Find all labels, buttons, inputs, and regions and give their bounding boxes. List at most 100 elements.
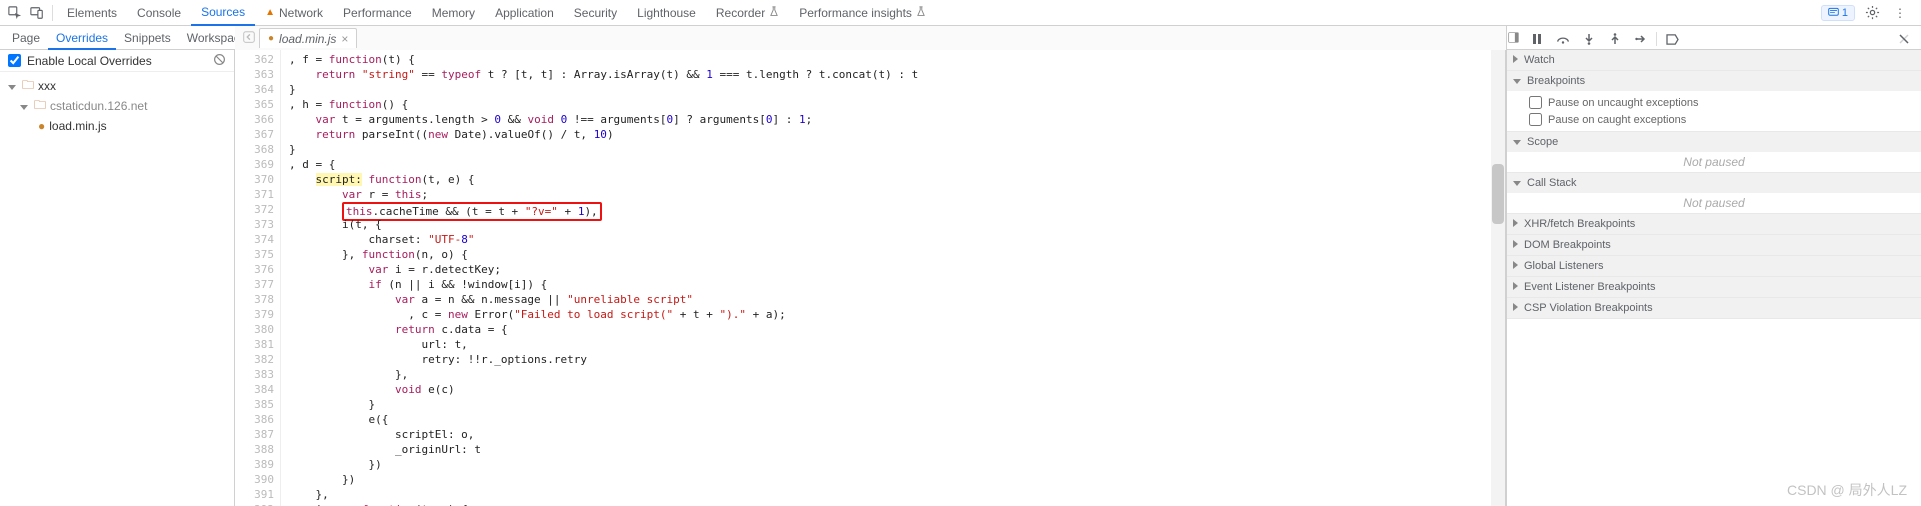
- code-line[interactable]: var t = arguments.length > 0 && void 0 !…: [289, 112, 1491, 127]
- code-line[interactable]: , d = {: [289, 157, 1491, 172]
- code-line[interactable]: scriptEl: o,: [289, 427, 1491, 442]
- line-number[interactable]: 366: [235, 112, 274, 127]
- code-line[interactable]: void e(c): [289, 382, 1491, 397]
- code-line[interactable]: },: [289, 367, 1491, 382]
- code-line[interactable]: var a = n && n.message || "unreliable sc…: [289, 292, 1491, 307]
- line-number[interactable]: 376: [235, 262, 274, 277]
- code-line[interactable]: url: t,: [289, 337, 1491, 352]
- file-tab-loadminjs[interactable]: ● load.min.js ×: [259, 28, 357, 48]
- line-number[interactable]: 388: [235, 442, 274, 457]
- code-line[interactable]: _originUrl: t: [289, 442, 1491, 457]
- tab-network[interactable]: ▲Network: [255, 0, 333, 26]
- device-toolbar-icon[interactable]: [26, 2, 48, 24]
- code-line[interactable]: }, function(n, o) {: [289, 247, 1491, 262]
- code-line[interactable]: script: function(t, e) {: [289, 172, 1491, 187]
- code-line[interactable]: },: [289, 487, 1491, 502]
- inspect-element-icon[interactable]: [4, 2, 26, 24]
- line-number[interactable]: 365: [235, 97, 274, 112]
- line-number[interactable]: 374: [235, 232, 274, 247]
- line-number[interactable]: 377: [235, 277, 274, 292]
- code-line[interactable]: }): [289, 457, 1491, 472]
- pause-resume-icon[interactable]: [1526, 28, 1548, 50]
- line-number[interactable]: 368: [235, 142, 274, 157]
- code-line[interactable]: }: [289, 82, 1491, 97]
- messages-chip[interactable]: 1: [1821, 5, 1855, 21]
- code-line[interactable]: }: [289, 397, 1491, 412]
- tab-performance-insights[interactable]: Performance insights: [789, 0, 936, 26]
- line-number[interactable]: 372: [235, 202, 274, 217]
- dbg-section-header[interactable]: Call Stack: [1507, 173, 1921, 193]
- code-line[interactable]: , c = new Error("Failed to load script("…: [289, 307, 1491, 322]
- enable-local-overrides-input[interactable]: [8, 54, 21, 67]
- tab-console[interactable]: Console: [127, 0, 191, 26]
- dbg-checkbox-row[interactable]: Pause on uncaught exceptions: [1529, 94, 1911, 111]
- line-number[interactable]: 369: [235, 157, 274, 172]
- code-line[interactable]: charset: "UTF-8": [289, 232, 1491, 247]
- line-number[interactable]: 391: [235, 487, 274, 502]
- code-line[interactable]: return c.data = {: [289, 322, 1491, 337]
- tree-domain-folder[interactable]: 🗀 cstaticdun.126.net: [0, 96, 234, 116]
- code-line[interactable]: var i = r.detectKey;: [289, 262, 1491, 277]
- line-number[interactable]: 364: [235, 82, 274, 97]
- navtab-overrides[interactable]: Overrides: [48, 26, 116, 50]
- code-content[interactable]: , f = function(t) { return "string" == t…: [281, 50, 1491, 506]
- pause-on-exceptions-icon[interactable]: [1893, 28, 1915, 50]
- tab-elements[interactable]: Elements: [57, 0, 127, 26]
- line-number[interactable]: 375: [235, 247, 274, 262]
- dbg-section-header[interactable]: Global Listeners: [1507, 256, 1921, 276]
- line-number[interactable]: 381: [235, 337, 274, 352]
- dbg-section-header[interactable]: CSP Violation Breakpoints: [1507, 298, 1921, 318]
- tab-history-back-icon[interactable]: [239, 30, 259, 47]
- navtab-snippets[interactable]: Snippets: [116, 26, 179, 50]
- tab-sources[interactable]: Sources: [191, 0, 255, 26]
- line-number[interactable]: 362: [235, 52, 274, 67]
- enable-local-overrides-checkbox[interactable]: Enable Local Overrides: [8, 54, 152, 68]
- code-line[interactable]: }): [289, 472, 1491, 487]
- code-line[interactable]: retry: !!r._options.retry: [289, 352, 1491, 367]
- line-number[interactable]: 373: [235, 217, 274, 232]
- code-line[interactable]: this.cacheTime && (t = t + "?v=" + 1),: [289, 202, 1491, 217]
- dbg-section-header[interactable]: Watch: [1507, 50, 1921, 70]
- dbg-section-header[interactable]: DOM Breakpoints: [1507, 235, 1921, 255]
- dbg-section-header[interactable]: Breakpoints: [1507, 71, 1921, 91]
- settings-gear-icon[interactable]: [1861, 2, 1883, 24]
- dbg-section-header[interactable]: XHR/fetch Breakpoints: [1507, 214, 1921, 234]
- tab-application[interactable]: Application: [485, 0, 564, 26]
- tree-root-folder[interactable]: 🗀 xxx: [0, 76, 234, 96]
- step-into-icon[interactable]: [1578, 28, 1600, 50]
- line-number[interactable]: 383: [235, 367, 274, 382]
- code-line[interactable]: var r = this;: [289, 187, 1491, 202]
- editor-scrollbar[interactable]: [1491, 50, 1505, 506]
- step-icon[interactable]: [1630, 28, 1652, 50]
- line-number[interactable]: 390: [235, 472, 274, 487]
- step-out-icon[interactable]: [1604, 28, 1626, 50]
- line-number[interactable]: 392: [235, 502, 274, 506]
- close-tab-icon[interactable]: ×: [341, 32, 348, 46]
- clear-overrides-icon[interactable]: [213, 53, 226, 69]
- dbg-checkbox-row[interactable]: Pause on caught exceptions: [1529, 111, 1911, 128]
- dbg-section-header[interactable]: Scope: [1507, 132, 1921, 152]
- tab-performance[interactable]: Performance: [333, 0, 422, 26]
- code-line[interactable]: if (n || i && !window[i]) {: [289, 277, 1491, 292]
- line-number[interactable]: 371: [235, 187, 274, 202]
- line-number[interactable]: 387: [235, 427, 274, 442]
- line-number[interactable]: 370: [235, 172, 274, 187]
- code-line[interactable]: image: function(t, e) {: [289, 502, 1491, 506]
- dbg-section-header[interactable]: Event Listener Breakpoints: [1507, 277, 1921, 297]
- tab-recorder[interactable]: Recorder: [706, 0, 789, 26]
- line-number[interactable]: 379: [235, 307, 274, 322]
- tab-security[interactable]: Security: [564, 0, 627, 26]
- line-number[interactable]: 378: [235, 292, 274, 307]
- dbg-checkbox[interactable]: [1529, 96, 1542, 109]
- code-line[interactable]: , h = function() {: [289, 97, 1491, 112]
- line-number[interactable]: 389: [235, 457, 274, 472]
- code-line[interactable]: , f = function(t) {: [289, 52, 1491, 67]
- code-line[interactable]: return parseInt((new Date).valueOf() / t…: [289, 127, 1491, 142]
- kebab-menu-icon[interactable]: ⋮: [1889, 2, 1911, 24]
- line-number[interactable]: 386: [235, 412, 274, 427]
- line-number[interactable]: 363: [235, 67, 274, 82]
- code-line[interactable]: e({: [289, 412, 1491, 427]
- tree-file-item[interactable]: ● load.min.js: [0, 116, 234, 136]
- code-line[interactable]: }: [289, 142, 1491, 157]
- dbg-checkbox[interactable]: [1529, 113, 1542, 126]
